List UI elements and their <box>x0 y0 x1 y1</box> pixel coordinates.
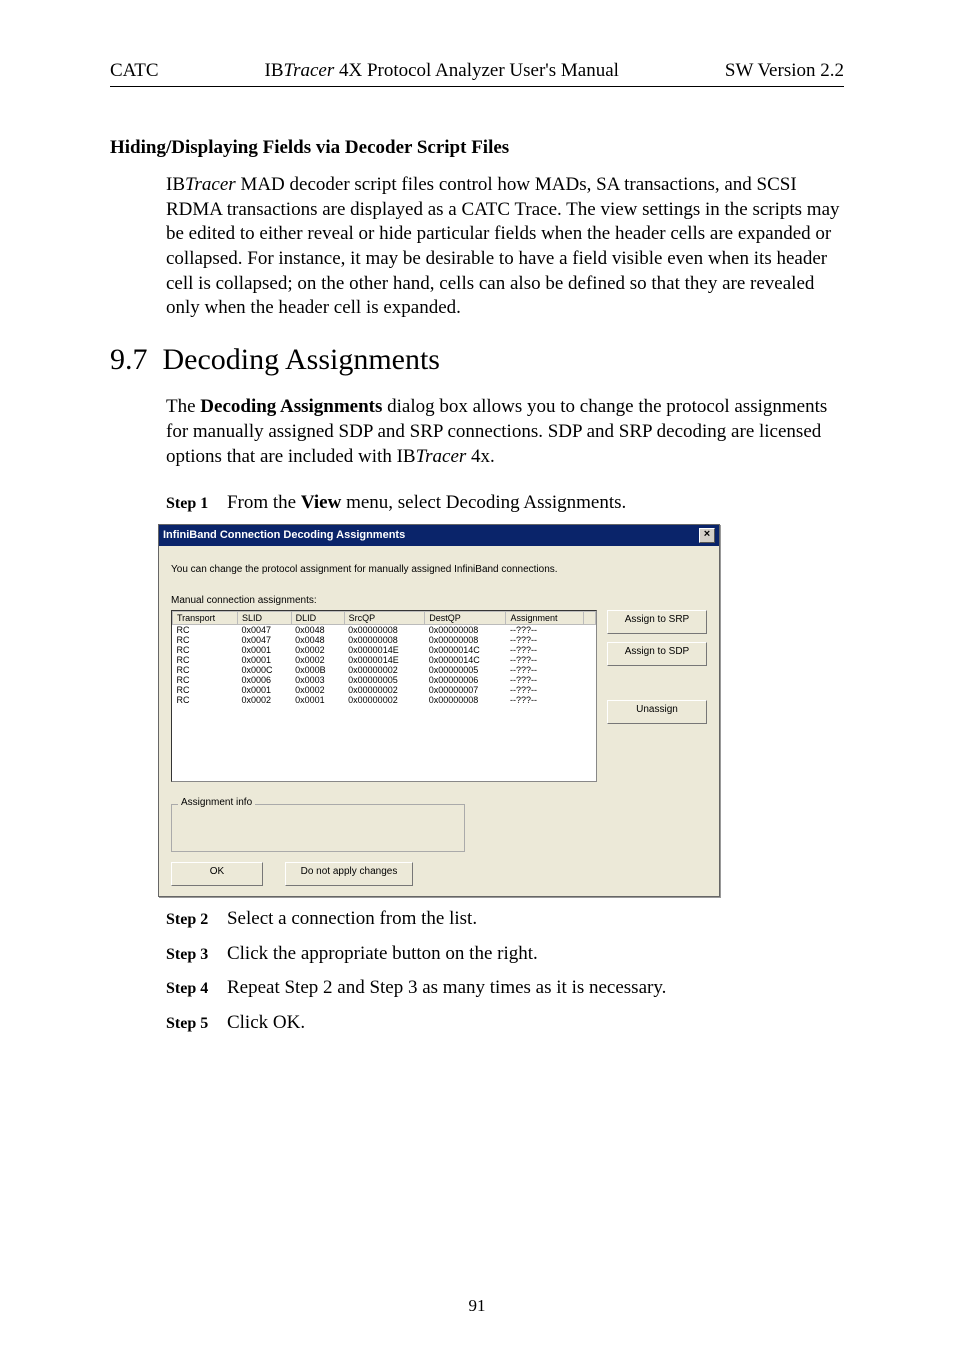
table-row[interactable]: RC0x00010x00020x000000020x00000007--???-… <box>173 685 596 695</box>
header-right: SW Version 2.2 <box>725 60 844 82</box>
subsection-heading: Hiding/Displaying Fields via Decoder Scr… <box>110 137 844 159</box>
table-row[interactable]: RC0x00470x00480x000000080x00000008--???-… <box>173 635 596 645</box>
table-row[interactable]: RC0x00010x00020x0000014E0x0000014C--???-… <box>173 655 596 665</box>
step-1: Step 1 From the View menu, select Decodi… <box>166 491 844 516</box>
unassign-button[interactable]: Unassign <box>607 700 707 724</box>
table-row[interactable]: RC0x00060x00030x000000050x00000006--???-… <box>173 675 596 685</box>
table-row[interactable]: RC0x00470x00480x000000080x00000008--???-… <box>173 624 596 635</box>
page-number: 91 <box>110 1296 844 1316</box>
step-3: Step 3 Click the appropriate button on t… <box>166 942 844 967</box>
dialog-titlebar: InfiniBand Connection Decoding Assignmen… <box>159 525 719 546</box>
step-4: Step 4 Repeat Step 2 and Step 3 as many … <box>166 976 844 1001</box>
header-center: IBTracer 4X Protocol Analyzer User's Man… <box>159 60 725 82</box>
step-label: Step 1 <box>166 495 208 512</box>
table-row[interactable]: RC0x000C0x000B0x000000020x00000005--???-… <box>173 665 596 675</box>
step-label: Step 5 <box>166 1015 208 1032</box>
paragraph-hiding-fields: IBTracer MAD decoder script files contro… <box>166 173 844 321</box>
section-heading: 9.7 Decoding Assignments <box>110 343 844 377</box>
step-5: Step 5 Click OK. <box>166 1011 844 1036</box>
assign-to-srp-button[interactable]: Assign to SRP <box>607 610 707 634</box>
table-row[interactable]: RC0x00010x00020x0000014E0x0000014C--???-… <box>173 645 596 655</box>
connection-list[interactable]: Transport SLID DLID SrcQP DestQP Assignm… <box>171 610 597 782</box>
paragraph-decoding-assignments: The Decoding Assignments dialog box allo… <box>166 395 844 469</box>
page-header: CATC IBTracer 4X Protocol Analyzer User'… <box>110 60 844 87</box>
assignment-info-group: Assignment info <box>171 804 465 852</box>
dialog-title: InfiniBand Connection Decoding Assignmen… <box>163 529 405 541</box>
step-label: Step 3 <box>166 946 208 963</box>
close-icon[interactable]: × <box>699 528 715 543</box>
do-not-apply-button[interactable]: Do not apply changes <box>285 862 413 886</box>
step-2: Step 2 Select a connection from the list… <box>166 907 844 932</box>
decoding-assignments-dialog: InfiniBand Connection Decoding Assignmen… <box>158 524 720 897</box>
step-label: Step 2 <box>166 911 208 928</box>
fieldset-label: Assignment info <box>178 797 255 808</box>
table-row[interactable]: RC0x00020x00010x000000020x00000008--???-… <box>173 695 596 705</box>
ok-button[interactable]: OK <box>171 862 263 886</box>
step-label: Step 4 <box>166 980 208 997</box>
header-left: CATC <box>110 60 159 82</box>
table-header-row: Transport SLID DLID SrcQP DestQP Assignm… <box>173 611 596 624</box>
list-label: Manual connection assignments: <box>171 595 707 606</box>
dialog-description: You can change the protocol assignment f… <box>171 564 707 575</box>
assign-to-sdp-button[interactable]: Assign to SDP <box>607 642 707 666</box>
